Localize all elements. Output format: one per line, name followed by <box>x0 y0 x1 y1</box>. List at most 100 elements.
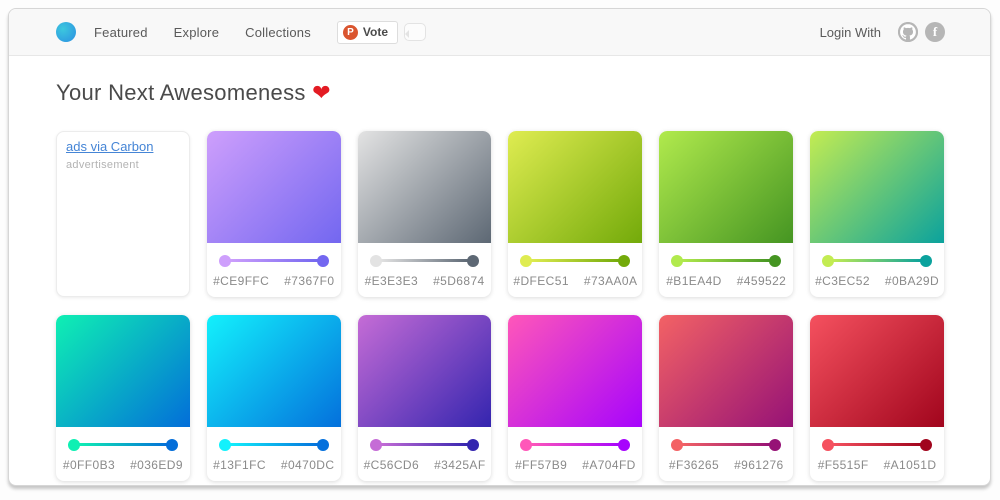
login-with-label: Login With <box>820 25 881 40</box>
gradient-tile[interactable] <box>358 131 492 243</box>
hex-codes: #CE9FFC #7367F0 <box>219 274 329 288</box>
gradient-slider <box>671 255 781 267</box>
slider-dot-end[interactable] <box>618 439 630 451</box>
hex-end: #A704FD <box>582 458 636 472</box>
slider-track <box>380 443 470 446</box>
hex-start: #F36265 <box>669 458 719 472</box>
github-icon[interactable] <box>898 22 918 42</box>
gradient-card-footer: #F5515F #A1051D <box>810 427 944 481</box>
page-title: Your Next Awesomeness ❤ <box>56 80 944 106</box>
gradient-card-footer: #0FF0B3 #036ED9 <box>56 427 190 481</box>
gradient-card[interactable]: #13F1FC #0470DC <box>207 315 341 481</box>
gradient-tile[interactable] <box>810 315 944 427</box>
hex-codes: #FF57B9 #A704FD <box>520 458 630 472</box>
slider-dot-end[interactable] <box>769 439 781 451</box>
gradient-tile[interactable] <box>508 315 642 427</box>
hex-codes: #B1EA4D #459522 <box>671 274 781 288</box>
gradient-slider <box>370 439 480 451</box>
navbar: Featured Explore Collections P Vote Logi… <box>9 9 990 56</box>
gradient-card-footer: #CE9FFC #7367F0 <box>207 243 341 297</box>
gradient-tile[interactable] <box>810 131 944 243</box>
gradient-slider <box>219 439 329 451</box>
slider-dot-end[interactable] <box>166 439 178 451</box>
hex-end: #036ED9 <box>130 458 183 472</box>
hex-end: #A1051D <box>884 458 937 472</box>
hex-codes: #13F1FC #0470DC <box>219 458 329 472</box>
hex-start: #DFEC51 <box>513 274 569 288</box>
gradient-tile[interactable] <box>659 131 793 243</box>
hex-start: #13F1FC <box>213 458 266 472</box>
nav-item-explore[interactable]: Explore <box>174 25 219 40</box>
hex-codes: #F36265 #961276 <box>671 458 781 472</box>
gradient-card-footer: #B1EA4D #459522 <box>659 243 793 297</box>
gradient-card[interactable]: #F5515F #A1051D <box>810 315 944 481</box>
slider-track <box>229 443 319 446</box>
advertisement-label: advertisement <box>66 159 180 171</box>
gradient-card-footer: #13F1FC #0470DC <box>207 427 341 481</box>
gradient-slider <box>671 439 781 451</box>
main-content: Your Next Awesomeness ❤ ads via Carbon a… <box>9 56 990 481</box>
hex-codes: #0FF0B3 #036ED9 <box>68 458 178 472</box>
gradient-slider <box>822 439 932 451</box>
gradient-grid: ads via Carbon advertisement #CE9FFC #73… <box>56 131 944 481</box>
hex-codes: #C56CD6 #3425AF <box>370 458 480 472</box>
gradient-tile[interactable] <box>207 131 341 243</box>
hex-end: #0470DC <box>281 458 335 472</box>
gradient-card-footer: #C3EC52 #0BA29D <box>810 243 944 297</box>
hex-end: #961276 <box>734 458 784 472</box>
slider-dot-end[interactable] <box>467 439 479 451</box>
gradient-tile[interactable] <box>358 315 492 427</box>
nav-item-collections[interactable]: Collections <box>245 25 311 40</box>
gradient-card[interactable]: #C3EC52 #0BA29D <box>810 131 944 297</box>
slider-track <box>530 443 620 446</box>
hex-codes: #C3EC52 #0BA29D <box>822 274 932 288</box>
slider-dot-end[interactable] <box>920 255 932 267</box>
gradient-card[interactable]: #B1EA4D #459522 <box>659 131 793 297</box>
slider-dot-end[interactable] <box>769 255 781 267</box>
gradient-tile[interactable] <box>207 315 341 427</box>
hex-end: #3425AF <box>434 458 486 472</box>
gradient-tile[interactable] <box>659 315 793 427</box>
slider-dot-end[interactable] <box>317 439 329 451</box>
gradient-card[interactable]: #F36265 #961276 <box>659 315 793 481</box>
gradient-tile[interactable] <box>56 315 190 427</box>
nav-item-featured[interactable]: Featured <box>94 25 148 40</box>
gradient-card[interactable]: #CE9FFC #7367F0 <box>207 131 341 297</box>
hex-end: #7367F0 <box>284 274 334 288</box>
gradient-card[interactable]: #E3E3E3 #5D6874 <box>358 131 492 297</box>
slider-track <box>229 259 319 262</box>
hex-start: #0FF0B3 <box>63 458 115 472</box>
sparkling-heart-icon: ❤ <box>312 80 331 105</box>
slider-dot-end[interactable] <box>920 439 932 451</box>
site-logo-icon[interactable] <box>56 22 76 42</box>
slider-dot-end[interactable] <box>467 255 479 267</box>
gradient-card-footer: #FF57B9 #A704FD <box>508 427 642 481</box>
hex-codes: #F5515F #A1051D <box>822 458 932 472</box>
gradient-tile[interactable] <box>508 131 642 243</box>
ads-via-carbon-link[interactable]: ads via Carbon <box>66 139 180 154</box>
vote-count-bubble[interactable] <box>404 23 426 41</box>
slider-track <box>380 259 470 262</box>
slider-track <box>832 443 922 446</box>
gradient-card[interactable]: #DFEC51 #73AA0A <box>508 131 642 297</box>
gradient-card[interactable]: #C56CD6 #3425AF <box>358 315 492 481</box>
hex-start: #CE9FFC <box>213 274 269 288</box>
app-window: Featured Explore Collections P Vote Logi… <box>8 8 991 486</box>
slider-dot-end[interactable] <box>317 255 329 267</box>
hex-start: #C3EC52 <box>815 274 870 288</box>
hex-codes: #DFEC51 #73AA0A <box>520 274 630 288</box>
hex-end: #73AA0A <box>584 274 638 288</box>
product-hunt-icon: P <box>343 25 358 40</box>
hex-end: #459522 <box>737 274 787 288</box>
hex-start: #C56CD6 <box>364 458 420 472</box>
page-title-text: Your Next Awesomeness <box>56 80 306 105</box>
gradient-slider <box>520 255 630 267</box>
hex-start: #E3E3E3 <box>365 274 419 288</box>
slider-dot-end[interactable] <box>618 255 630 267</box>
product-hunt-vote-button[interactable]: P Vote <box>337 21 398 44</box>
vote-label: Vote <box>363 25 388 39</box>
gradient-card[interactable]: #0FF0B3 #036ED9 <box>56 315 190 481</box>
slider-track <box>681 443 771 446</box>
facebook-icon[interactable]: f <box>925 22 945 42</box>
gradient-card[interactable]: #FF57B9 #A704FD <box>508 315 642 481</box>
